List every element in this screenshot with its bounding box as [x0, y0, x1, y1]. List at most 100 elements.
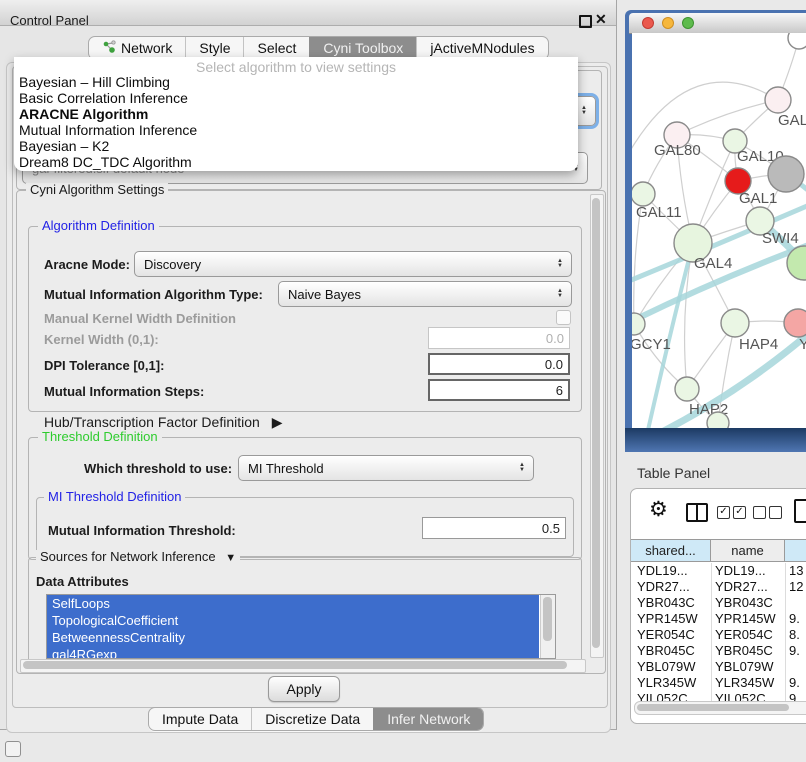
- table-cell[interactable]: YBR045C: [715, 643, 773, 659]
- network-node[interactable]: [768, 156, 804, 192]
- mi-steps-input[interactable]: 6: [428, 379, 570, 401]
- tab-infer-network[interactable]: Infer Network: [373, 708, 483, 730]
- column-layout-icon[interactable]: [686, 503, 708, 522]
- zoom-traffic-light[interactable]: [682, 17, 694, 29]
- table-cell[interactable]: YBR045C: [637, 643, 695, 659]
- control-panel-titlebar[interactable]: [0, 0, 616, 26]
- manual-kernel-checkbox[interactable]: [556, 310, 571, 325]
- tab-label: jActiveMNodules: [430, 40, 534, 56]
- deselect-checkbox-icon[interactable]: [769, 506, 782, 519]
- tab-jactivemnodules[interactable]: jActiveMNodules: [416, 37, 547, 59]
- minimize-traffic-light[interactable]: [662, 17, 674, 29]
- network-node-hap2[interactable]: [675, 377, 699, 401]
- aracne-mode-combo[interactable]: Discovery ▲▼: [134, 251, 572, 277]
- settings-horizontal-scrollbar[interactable]: [20, 659, 586, 673]
- column-divider: [711, 563, 712, 701]
- algorithm-option[interactable]: ARACNE Algorithm: [19, 106, 148, 122]
- select-all-checkbox-icon[interactable]: ✓: [717, 506, 730, 519]
- column-header[interactable]: [785, 539, 806, 562]
- kernel-width-input[interactable]: 0.0: [428, 327, 570, 349]
- node-label: Y: [799, 336, 806, 353]
- column-divider: [785, 563, 786, 701]
- data-attributes-list[interactable]: SelfLoopsTopologicalCoefficientBetweenne…: [46, 594, 556, 659]
- table-cell[interactable]: YDL19...: [715, 563, 766, 579]
- aracne-mode-label: Aracne Mode:: [44, 257, 130, 272]
- mi-threshold-label: Mutual Information Threshold:: [48, 523, 236, 538]
- deselect-checkbox-icon[interactable]: [753, 506, 766, 519]
- attribute-list-item[interactable]: BetweennessCentrality: [47, 629, 539, 646]
- apply-button[interactable]: Apply: [268, 676, 340, 702]
- table-cell[interactable]: 9.: [789, 675, 800, 691]
- scrollbar-thumb[interactable]: [637, 704, 789, 711]
- tab-select[interactable]: Select: [243, 37, 309, 59]
- network-node[interactable]: [707, 412, 729, 428]
- attribute-list-item[interactable]: SelfLoops: [47, 595, 539, 612]
- table-cell[interactable]: 9.: [789, 643, 800, 659]
- tab-cyni-toolbox[interactable]: Cyni Toolbox: [309, 37, 416, 59]
- network-node-y[interactable]: [784, 309, 806, 337]
- attribute-list-item[interactable]: TopologicalCoefficient: [47, 612, 539, 629]
- attribute-list-item[interactable]: gal4RGexp: [47, 646, 539, 659]
- table-cell[interactable]: YDR27...: [715, 579, 768, 595]
- table-cell[interactable]: 13: [789, 563, 803, 579]
- float-window-icon[interactable]: [579, 15, 592, 28]
- expand-right-icon[interactable]: ▶: [272, 414, 283, 430]
- node-label: GAL1: [739, 190, 777, 207]
- table-cell[interactable]: 12: [789, 579, 803, 595]
- column-header-name[interactable]: name: [711, 539, 785, 562]
- table-cell[interactable]: 8.: [789, 627, 800, 643]
- column-header-shared[interactable]: shared...: [631, 539, 711, 562]
- table-cell[interactable]: YBR043C: [715, 595, 773, 611]
- network-node[interactable]: [788, 33, 806, 49]
- algorithm-option[interactable]: Bayesian – K2: [19, 138, 109, 154]
- close-traffic-light[interactable]: [642, 17, 654, 29]
- network-canvas[interactable]: GALGAL80GAL10GAL1GAL11SWI4GAL4GCY1HAP4YH…: [632, 33, 806, 428]
- which-threshold-combo[interactable]: MI Threshold ▲▼: [238, 455, 534, 481]
- table-cell[interactable]: YBR043C: [637, 595, 695, 611]
- tab-style[interactable]: Style: [185, 37, 243, 59]
- network-edge: [632, 82, 778, 151]
- select-all-checkbox-icon[interactable]: ✓: [733, 506, 746, 519]
- settings-vertical-scrollbar[interactable]: [590, 194, 604, 658]
- table-cell[interactable]: YDR27...: [637, 579, 690, 595]
- network-node-gal11[interactable]: [632, 182, 655, 206]
- combo-stepper-icon: ▲▼: [514, 463, 533, 473]
- table-cell[interactable]: YLR345W: [637, 675, 696, 691]
- collapse-down-icon[interactable]: ▼: [225, 552, 236, 564]
- network-node-gal[interactable]: [765, 87, 791, 113]
- table-options-icon[interactable]: [794, 499, 806, 523]
- table-cell[interactable]: YPR145W: [715, 611, 776, 627]
- list-vertical-scrollbar[interactable]: [540, 595, 555, 658]
- combo-stepper-icon: ▲▼: [576, 106, 595, 116]
- cyni-mode-tabs: Impute DataDiscretize DataInfer Network: [148, 707, 484, 731]
- table-cell[interactable]: YLR345W: [715, 675, 774, 691]
- scrollbar-thumb[interactable]: [23, 661, 567, 669]
- tab-discretize-data[interactable]: Discretize Data: [251, 708, 373, 730]
- table-cell[interactable]: YDL19...: [637, 563, 688, 579]
- mi-threshold-input[interactable]: 0.5: [422, 517, 566, 539]
- table-horizontal-scrollbar[interactable]: [634, 701, 806, 715]
- algorithm-option[interactable]: Basic Correlation Inference: [19, 90, 188, 106]
- table-cell[interactable]: YER054C: [637, 627, 695, 643]
- settings-gear-icon[interactable]: ⚙: [649, 500, 668, 520]
- table-cell[interactable]: YER054C: [715, 627, 773, 643]
- dpi-tolerance-input[interactable]: 0.0: [428, 353, 570, 375]
- close-icon[interactable]: ✕: [595, 11, 607, 28]
- table-cell[interactable]: YBL079W: [637, 659, 696, 675]
- table-cell[interactable]: YPR145W: [637, 611, 698, 627]
- mi-algorithm-type-combo[interactable]: Naive Bayes ▲▼: [278, 281, 572, 307]
- scrollbar-thumb[interactable]: [543, 597, 552, 641]
- algorithm-option[interactable]: Mutual Information Inference: [19, 122, 197, 138]
- network-edge: [677, 100, 778, 135]
- network-view-titlebar[interactable]: [629, 13, 806, 34]
- table-cell[interactable]: YBL079W: [715, 659, 774, 675]
- table-cell[interactable]: 9.: [789, 611, 800, 627]
- algorithm-option[interactable]: Bayesian – Hill Climbing: [19, 74, 170, 90]
- tab-network[interactable]: Network: [89, 37, 185, 59]
- minimized-panel-icon[interactable]: [5, 741, 21, 757]
- network-node-hap4[interactable]: [721, 309, 749, 337]
- sources-group-title[interactable]: Sources for Network Inference ▼: [36, 550, 240, 565]
- scrollbar-thumb[interactable]: [592, 198, 600, 648]
- algorithm-option[interactable]: Dream8 DC_TDC Algorithm: [19, 154, 192, 170]
- tab-impute-data[interactable]: Impute Data: [149, 708, 251, 730]
